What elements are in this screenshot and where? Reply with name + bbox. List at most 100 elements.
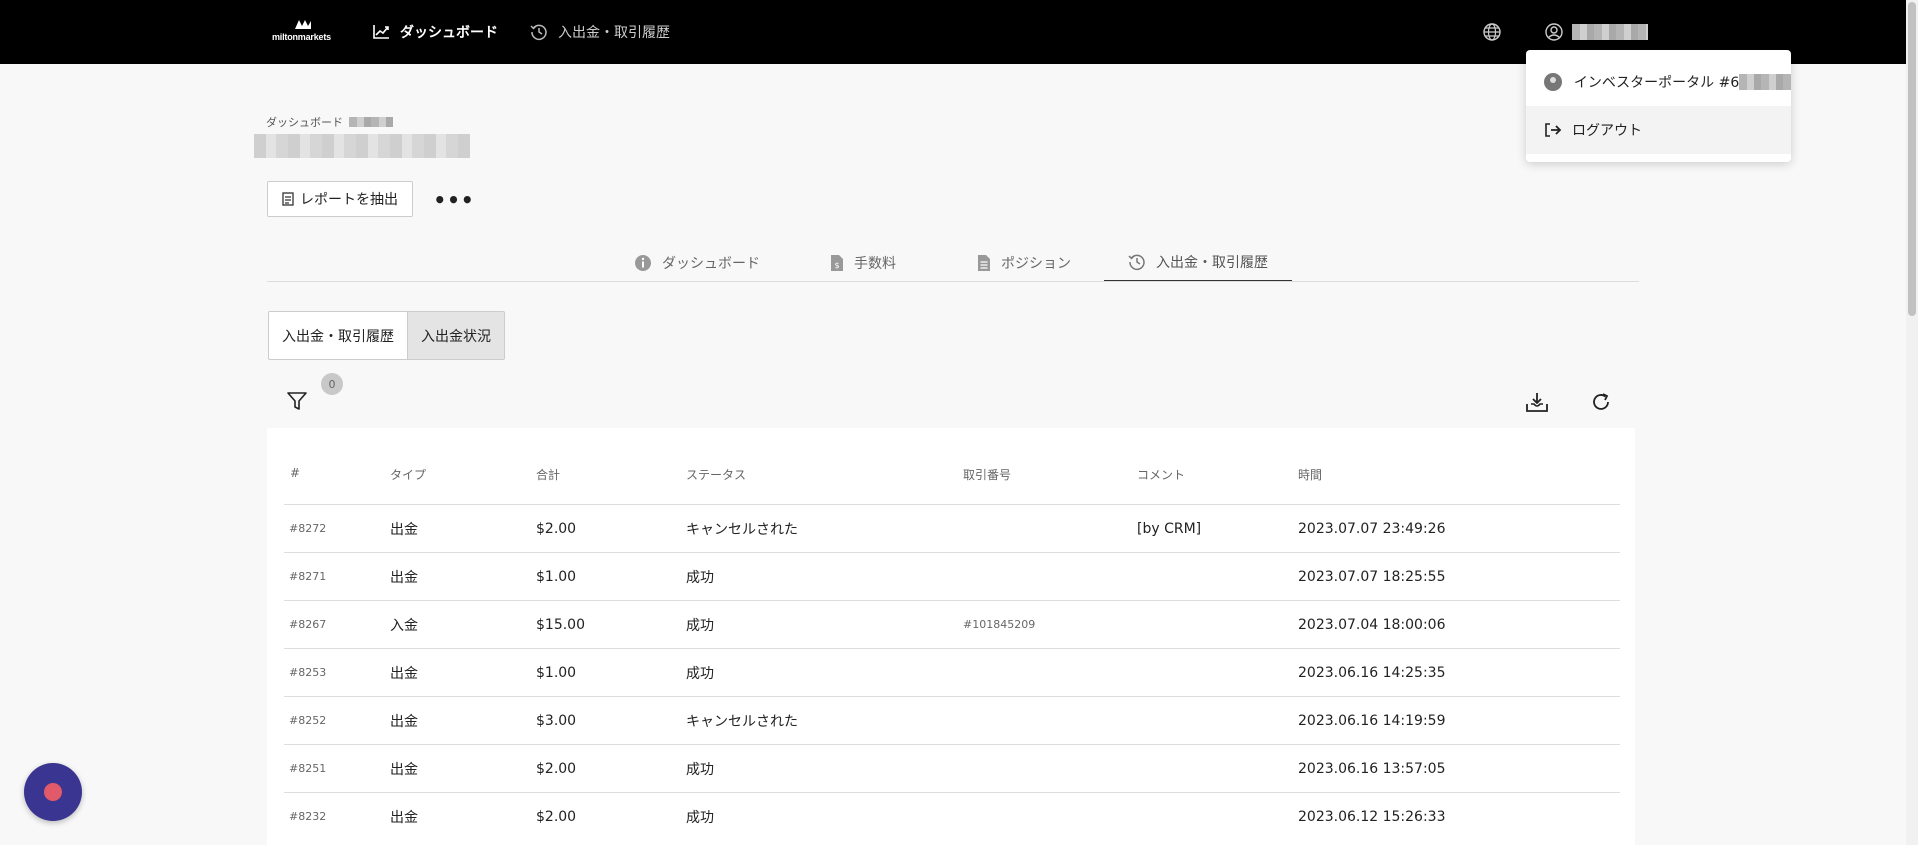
column-header-comment[interactable]: コメント [1137,466,1185,483]
menu-item-logout-label: ログアウト [1572,123,1642,139]
row-type: 出金 [390,665,418,682]
row-total: $2.00 [536,520,577,537]
row-total: $2.00 [536,808,577,825]
row-status: 成功 [686,665,714,682]
row-total: $3.00 [536,712,577,729]
row-time: 2023.07.07 23:49:26 [1298,520,1446,537]
redacted-username [1572,24,1648,40]
nav-dashboard-label: ダッシュボード [400,25,498,41]
logout-icon [1545,123,1562,137]
row-type: 出金 [390,809,418,826]
more-options-button[interactable]: ••• [433,188,473,212]
tab-dashboard-label: ダッシュボード [662,256,760,272]
table-row[interactable]: #8252 出金 $3.00 キャンセルされた 2023.06.16 14:19… [284,696,1620,744]
row-id: #8272 [289,522,327,535]
tab-commission[interactable]: $ 手数料 [830,244,896,282]
column-header-total[interactable]: 合計 [536,466,560,483]
subtab-deposit-status[interactable]: 入出金状況 [407,312,504,359]
row-time: 2023.07.07 18:25:55 [1298,568,1446,585]
tab-positions-label: ポジション [1001,256,1071,272]
row-id: #8252 [289,714,327,727]
avatar-icon [1544,73,1562,91]
trend-chart-icon [373,25,389,39]
row-time: 2023.06.16 14:19:59 [1298,712,1446,729]
row-status: 成功 [686,569,714,586]
dollar-document-icon: $ [831,255,843,271]
history-icon [530,24,547,41]
filter-funnel-icon[interactable] [286,390,308,416]
tab-transaction-history-label: 入出金・取引履歴 [1156,255,1268,271]
row-total: $1.00 [536,568,577,585]
table-row[interactable]: #8232 出金 $2.00 成功 2023.06.12 15:26:33 [284,792,1620,840]
breadcrumb: ダッシュボード [266,114,393,130]
table-row[interactable]: #8272 出金 $2.00 キャンセルされた [by CRM] 2023.07… [284,504,1620,552]
row-id: #8267 [289,618,327,631]
row-total: $1.00 [536,664,577,681]
row-total: $2.00 [536,760,577,777]
row-time: 2023.06.16 14:25:35 [1298,664,1446,681]
tab-commission-label: 手数料 [854,256,896,272]
tab-transaction-history[interactable]: 入出金・取引履歴 [1104,244,1292,282]
row-type: 出金 [390,569,418,586]
column-header-status[interactable]: ステータス [686,466,746,483]
scrollbar-thumb[interactable] [1908,2,1916,316]
table-row[interactable]: #8253 出金 $1.00 成功 2023.06.16 14:25:35 [284,648,1620,696]
row-status: 成功 [686,809,714,826]
tabs-divider [267,281,1639,282]
subtab-transaction-history[interactable]: 入出金・取引履歴 [269,312,407,359]
column-header-id[interactable]: # [290,466,300,480]
row-time: 2023.06.12 15:26:33 [1298,808,1446,825]
logo-mark-icon [295,20,311,29]
redacted-breadcrumb [349,117,393,127]
row-time: 2023.07.04 18:00:06 [1298,616,1446,633]
row-status: 成功 [686,617,714,634]
language-globe-icon[interactable] [1482,22,1502,46]
row-total: $15.00 [536,616,585,633]
row-status: キャンセルされた [686,521,798,538]
row-time: 2023.06.16 13:57:05 [1298,760,1446,777]
download-tray-icon[interactable] [1525,391,1549,417]
document-icon [978,255,990,271]
user-menu-button[interactable] [1544,22,1648,42]
filter-count-badge: 0 [321,373,343,395]
refresh-icon[interactable] [1590,391,1612,417]
brand-logo[interactable]: miltonmarkets [272,18,336,44]
chat-widget-button[interactable] [24,763,82,821]
tab-positions[interactable]: ポジション [977,244,1071,282]
column-header-type[interactable]: タイプ [390,466,426,483]
history-icon [1128,254,1145,271]
table-row[interactable]: #8271 出金 $1.00 成功 2023.07.07 18:25:55 [284,552,1620,600]
table-row[interactable]: #8251 出金 $2.00 成功 2023.06.16 13:57:05 [284,744,1620,792]
row-id: #8232 [289,810,327,823]
user-dropdown-menu: インベスターポータル #6 ログアウト [1526,50,1791,162]
redacted-account-number [1739,74,1791,90]
row-comment: [by CRM] [1137,520,1202,537]
row-type: 入金 [390,617,418,634]
row-type: 出金 [390,713,418,730]
nav-history-label: 入出金・取引履歴 [558,25,670,41]
row-type: 出金 [390,521,418,538]
row-id: #8251 [289,762,327,775]
menu-item-investor-portal-label: インベスターポータル #6 [1573,75,1740,91]
menu-item-logout[interactable]: ログアウト [1526,106,1791,154]
subtab-group: 入出金・取引履歴 入出金状況 [268,311,505,360]
info-circle-icon [635,255,651,271]
nav-history[interactable]: 入出金・取引履歴 [530,20,670,44]
page-scrollbar[interactable] [1906,0,1918,845]
report-document-icon [282,192,294,206]
logo-text: miltonmarkets [272,32,331,42]
extract-report-label: レポートを抽出 [300,192,398,208]
row-status: キャンセルされた [686,713,798,730]
tab-dashboard[interactable]: ダッシュボード [634,244,760,282]
column-header-transaction-number[interactable]: 取引番号 [963,466,1011,483]
nav-dashboard[interactable]: ダッシュボード [372,20,498,44]
menu-item-investor-portal[interactable]: インベスターポータル #6 [1526,58,1791,106]
row-status: 成功 [686,761,714,778]
svg-text:$: $ [834,261,839,270]
extract-report-button[interactable]: レポートを抽出 [267,181,413,217]
table-row[interactable]: #8267 入金 $15.00 成功 #101845209 2023.07.04… [284,600,1620,648]
user-circle-icon [1545,23,1563,41]
redacted-page-title [254,134,470,158]
breadcrumb-dashboard[interactable]: ダッシュボード [266,114,343,130]
column-header-time[interactable]: 時間 [1298,466,1322,483]
